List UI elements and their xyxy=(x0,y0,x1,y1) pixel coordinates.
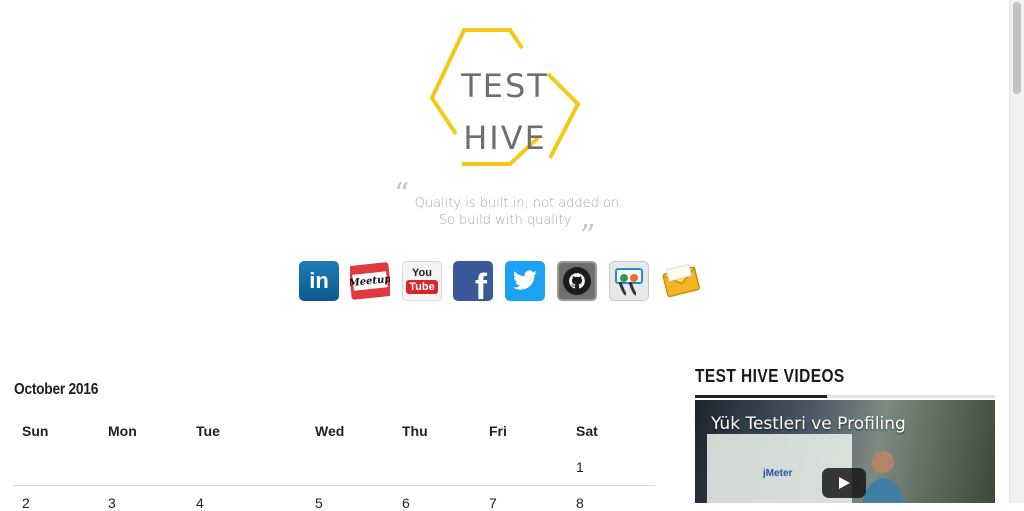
calendar-day: 6 xyxy=(402,495,410,511)
quote-line-1: Quality is built in, not added on. xyxy=(414,196,624,211)
calendar-day: 5 xyxy=(315,495,323,511)
calendar-caption: October 2016 xyxy=(14,381,99,398)
github-icon[interactable] xyxy=(557,261,597,301)
site-logo[interactable]: TEST HIVE xyxy=(428,26,582,166)
youtube-icon[interactable]: You Tube xyxy=(402,261,442,301)
calendar-row-divider xyxy=(14,485,655,486)
calendar-header-fri: Fri xyxy=(489,423,507,439)
videos-widget-title: TEST HIVE VIDEOS xyxy=(695,366,845,386)
facebook-icon[interactable]: f xyxy=(453,261,493,301)
play-button[interactable] xyxy=(822,468,866,498)
calendar-header-tue: Tue xyxy=(196,423,220,439)
widget-title-underline-accent xyxy=(695,395,827,398)
email-icon[interactable] xyxy=(661,261,701,301)
calendar-header-wed: Wed xyxy=(315,423,345,439)
calendar-day: 4 xyxy=(196,495,204,511)
slideshare-icon[interactable] xyxy=(609,261,649,301)
calendar-day: 7 xyxy=(489,495,497,511)
calendar-day: 3 xyxy=(108,495,116,511)
tagline-quote: “ Quality is built in, not added on. So … xyxy=(394,180,624,252)
video-thumbnail[interactable]: jMeter Yük Testleri ve Profiling xyxy=(695,400,995,503)
calendar-day: 1 xyxy=(576,459,584,475)
video-title: Yük Testleri ve Profiling xyxy=(711,414,906,434)
logo-line-test: TEST xyxy=(461,67,549,105)
calendar-header-thu: Thu xyxy=(402,423,428,439)
close-quote-mark: ” xyxy=(580,219,596,254)
meetup-icon[interactable]: Meetup xyxy=(350,261,390,301)
calendar-day: 2 xyxy=(22,495,30,511)
linkedin-icon[interactable]: in xyxy=(299,261,339,301)
video-slide-label: jMeter xyxy=(763,468,793,479)
play-icon xyxy=(839,477,850,489)
logo-line-hive: HIVE xyxy=(463,119,547,157)
calendar-header-mon: Mon xyxy=(108,423,137,439)
calendar-day: 8 xyxy=(576,495,584,511)
scrollbar[interactable] xyxy=(1009,0,1024,503)
calendar-header-sat: Sat xyxy=(576,423,598,439)
calendar-header-sun: Sun xyxy=(22,423,49,439)
twitter-icon[interactable] xyxy=(505,261,545,301)
scrollbar-thumb[interactable] xyxy=(1013,2,1021,94)
